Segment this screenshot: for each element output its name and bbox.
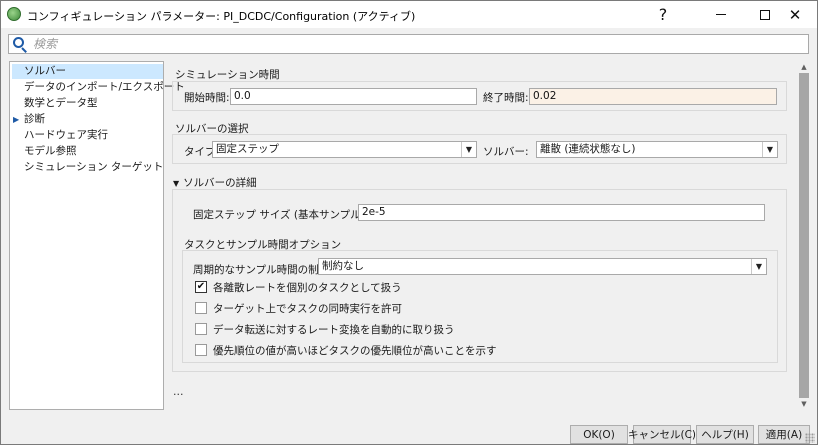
stop-time-label: 終了時間: <box>483 92 529 104</box>
tree-item-math-data-types[interactable]: 数学とデータ型 <box>24 96 98 111</box>
search-input[interactable] <box>33 35 793 53</box>
chevron-down-icon: ▼ <box>751 259 766 274</box>
solver-details-toggle[interactable]: ▼ ソルバーの詳細 <box>173 175 257 190</box>
solver-type-dropdown[interactable]: 固定ステップ ▼ <box>212 141 477 158</box>
apply-button[interactable]: 適用(A) <box>758 425 810 444</box>
close-button[interactable]: ✕ <box>773 1 817 28</box>
sample-time-constraint-value: 制約なし <box>322 260 364 272</box>
checkbox-row-priority[interactable]: 優先順位の値が高いほどタスクの優先順位が高いことを示す <box>195 343 497 357</box>
stop-time-field[interactable]: 0.02 <box>529 88 777 105</box>
checkbox-row-rate-transition[interactable]: データ転送に対するレート変換を自動的に取り扱う <box>195 322 455 336</box>
resize-grip-icon[interactable] <box>805 433 815 443</box>
scroll-thumb[interactable] <box>799 73 809 398</box>
start-time-label: 開始時間: <box>184 92 230 104</box>
step-size-field[interactable]: 2e-5 <box>358 204 765 221</box>
more-ellipsis[interactable]: ... <box>173 385 184 398</box>
simulink-app-icon <box>7 7 21 21</box>
tree-item-simulation-target[interactable]: シミュレーション ターゲット <box>24 160 163 175</box>
start-time-field[interactable]: 0.0 <box>230 88 477 105</box>
scroll-up-icon[interactable]: ▲ <box>797 61 811 73</box>
ok-button[interactable]: OK(O) <box>570 425 628 444</box>
minimize-icon <box>716 14 726 15</box>
checkbox-priority[interactable] <box>195 344 207 356</box>
solver-dropdown[interactable]: 離散 (連続状態なし) ▼ <box>536 141 778 158</box>
sample-time-constraint-dropdown[interactable]: 制約なし ▼ <box>318 258 767 275</box>
checkbox-priority-label: 優先順位の値が高いほどタスクの優先順位が高いことを示す <box>213 344 497 357</box>
title-bar[interactable]: コンフィギュレーション パラメーター: PI_DCDC/Configuratio… <box>1 1 817 28</box>
search-box[interactable] <box>8 34 809 54</box>
solver-value: 離散 (連続状態なし) <box>540 143 636 155</box>
help-icon[interactable]: ? <box>641 1 685 28</box>
tree-item-diagnostics[interactable]: 診断 <box>24 112 45 127</box>
tree-item-hardware-implementation[interactable]: ハードウェア実行 <box>24 128 108 143</box>
search-icon <box>13 37 29 53</box>
sim-time-title: シミュレーション時間 <box>175 69 280 81</box>
config-window: コンフィギュレーション パラメーター: PI_DCDC/Configuratio… <box>0 0 818 445</box>
button-bar: OK(O) キャンセル(C) ヘルプ(H) 適用(A) <box>1 419 817 445</box>
vertical-scrollbar[interactable]: ▲ ▼ <box>797 61 811 410</box>
checkbox-rate-transition[interactable] <box>195 323 207 335</box>
checkbox-multitask-label: 各離散レートを個別のタスクとして扱う <box>213 281 402 294</box>
solver-details-title: ソルバーの詳細 <box>183 177 257 189</box>
window-title: コンフィギュレーション パラメーター: PI_DCDC/Configuratio… <box>27 10 416 23</box>
chevron-down-icon: ▼ <box>762 142 777 157</box>
checkbox-row-multitask[interactable]: ✔ 各離散レートを個別のタスクとして扱う <box>195 280 402 294</box>
cancel-button[interactable]: キャンセル(C) <box>628 425 696 444</box>
solver-label: ソルバー: <box>483 146 529 158</box>
minimize-button[interactable] <box>699 1 743 28</box>
scroll-down-icon[interactable]: ▼ <box>797 398 811 410</box>
checkbox-rate-transition-label: データ転送に対するレート変換を自動的に取り扱う <box>213 323 455 336</box>
tree-item-solver[interactable]: ソルバー <box>12 64 163 79</box>
tree-item-data-import-export[interactable]: データのインポート/エクスポート <box>24 80 185 95</box>
sample-time-constraint-label: 周期的なサンプル時間の制約: <box>193 264 333 276</box>
checkbox-multitask[interactable]: ✔ <box>195 281 207 293</box>
collapse-arrow-icon: ▼ <box>173 179 180 188</box>
expand-arrow-icon[interactable]: ▶ <box>13 112 19 127</box>
maximize-icon <box>760 9 770 20</box>
checkbox-concurrent[interactable] <box>195 302 207 314</box>
tree-item-model-referencing[interactable]: モデル参照 <box>24 144 77 159</box>
checkbox-row-concurrent[interactable]: ターゲット上でタスクの同時実行を許可 <box>195 301 402 315</box>
help-button[interactable]: ヘルプ(H) <box>696 425 754 444</box>
checkbox-concurrent-label: ターゲット上でタスクの同時実行を許可 <box>213 302 402 315</box>
category-tree: ソルバー データのインポート/エクスポート 数学とデータ型 ▶ 診断 ハードウェ… <box>9 61 185 410</box>
solver-type-value: 固定ステップ <box>216 143 279 155</box>
chevron-down-icon: ▼ <box>461 142 476 157</box>
